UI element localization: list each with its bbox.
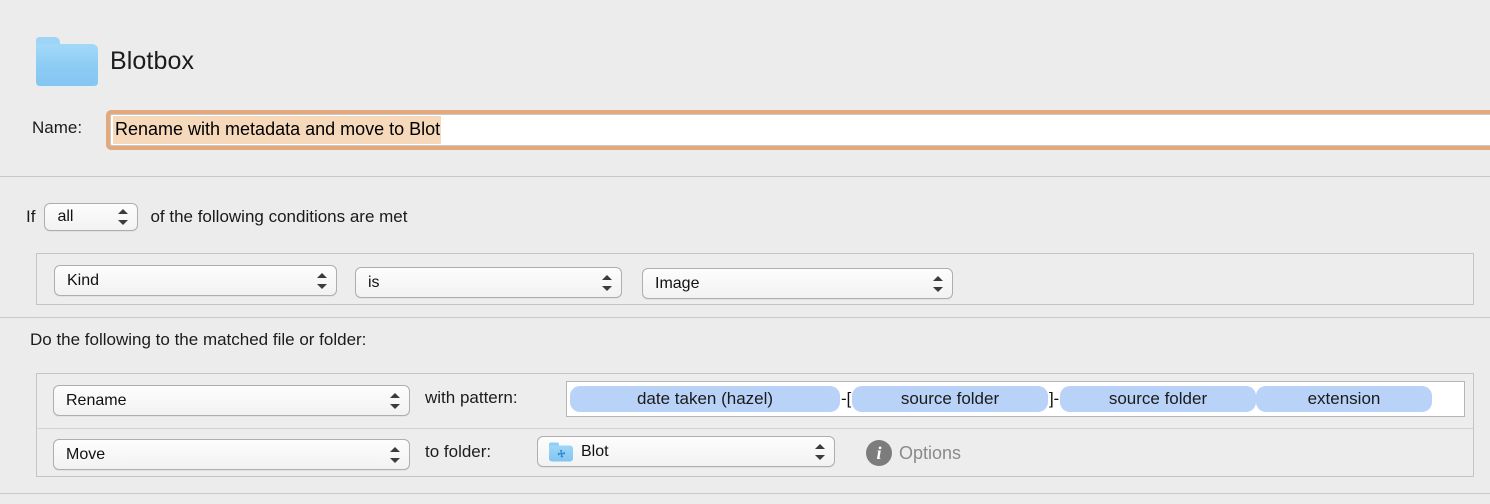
condition-operator-value: is [368,273,380,291]
folder-icon-body [36,44,98,87]
chevron-updown-icon [602,274,613,292]
actions-header: Do the following to the matched file or … [30,330,367,349]
with-pattern-label: with pattern: [425,388,518,407]
condition-attribute-dropdown[interactable]: Kind [54,265,337,296]
pattern-token[interactable]: extension [1255,386,1432,412]
chevron-updown-icon [933,275,944,293]
chevron-updown-icon [815,443,826,461]
folder-puzzle-icon [549,442,573,461]
action-row-separator [36,428,1473,429]
pattern-literal: -[ [841,389,851,408]
condition-attribute-value: Kind [67,271,100,289]
move-options-label: Options [899,442,962,463]
name-label: Name: [32,118,83,137]
name-field-focus-ring: Rename with metadata and move to Blot [106,110,1490,150]
pattern-token[interactable]: date taken (hazel) [570,386,840,412]
divider-top [0,176,1490,177]
info-icon: i [866,440,892,466]
chevron-updown-icon [317,272,328,290]
chevron-updown-icon [390,392,401,410]
condition-operator-dropdown[interactable]: is [355,267,622,298]
divider-middle [0,317,1490,318]
action-rename-dropdown[interactable]: Rename [53,385,410,416]
action-move-value: Move [66,445,106,463]
condition-value-value: Image [655,274,700,292]
conditions-header: If all of the following conditions are m… [26,203,408,231]
pattern-token[interactable]: source folder [851,386,1048,412]
chevron-updown-icon [390,446,401,464]
pattern-token[interactable]: source folder [1059,386,1256,412]
name-input[interactable]: Rename with metadata and move to Blot [110,114,1490,146]
action-rename-value: Rename [66,391,127,409]
conditions-panel: Kind is Image [36,253,1474,305]
name-input-value: Rename with metadata and move to Blot [113,116,442,144]
page-title: Blotbox [110,47,195,75]
rename-pattern-field[interactable]: date taken (hazel) -[ source folder ]- s… [566,381,1465,417]
folder-icon [36,37,98,87]
match-mode-dropdown[interactable]: all [44,203,139,231]
destination-folder-dropdown[interactable]: Blot [537,436,835,467]
action-move-dropdown[interactable]: Move [53,439,410,470]
hazel-rule-editor: Blotbox Name: Rename with metadata and m… [0,0,1490,504]
pattern-literal: ]- [1048,389,1059,408]
divider-bottom [0,493,1490,494]
rule-header: Blotbox [0,0,1490,104]
if-label: If [26,207,36,226]
condition-value-dropdown[interactable]: Image [642,268,953,299]
move-options-button[interactable]: i Options [866,440,961,466]
puzzle-glyph-icon [555,449,567,459]
to-folder-label: to folder: [425,442,492,461]
conditions-trailing-text: of the following conditions are met [150,207,408,226]
match-mode-value: all [57,208,74,225]
chevron-updown-icon [118,208,129,226]
